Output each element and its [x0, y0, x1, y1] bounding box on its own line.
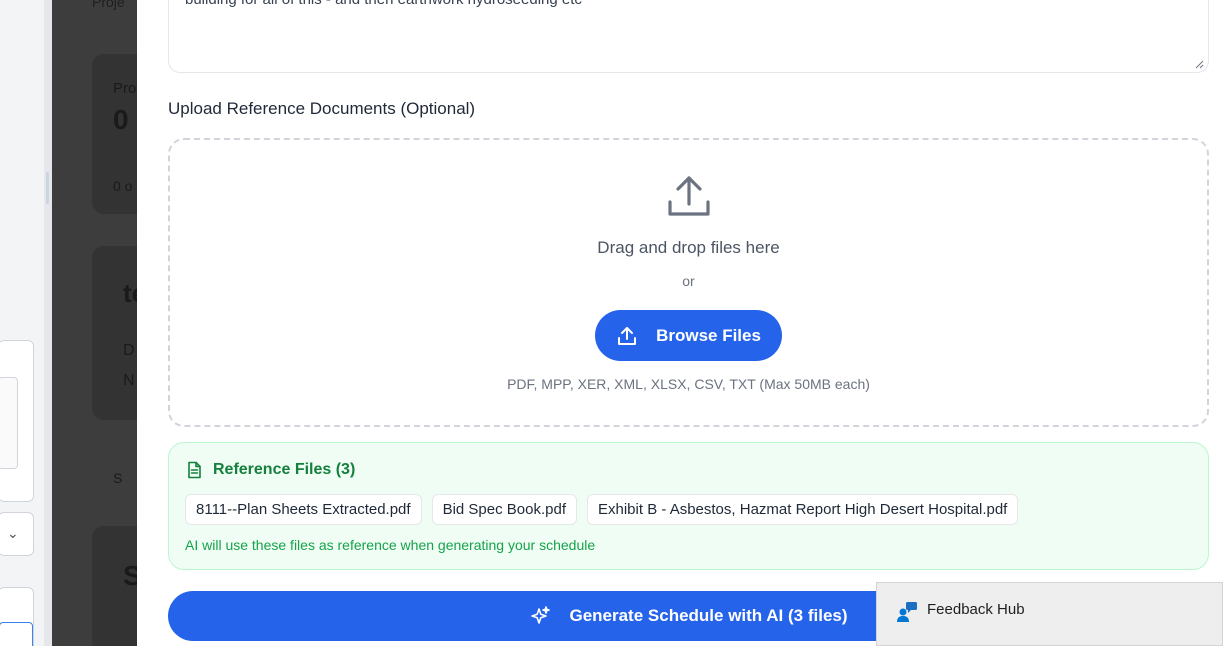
accepted-formats-text: PDF, MPP, XER, XML, XLSX, CSV, TXT (Max …: [507, 376, 870, 392]
drag-drop-text: Drag and drop files here: [597, 238, 780, 257]
resize-handle[interactable]: [46, 172, 49, 204]
feedback-hub-icon: [897, 602, 917, 622]
background-text: 0 o: [113, 178, 133, 194]
background-selected-item: [0, 622, 33, 646]
reference-files-panel: Reference Files (3) 8111--Plan Sheets Ex…: [168, 442, 1209, 570]
sparkles-icon: [531, 606, 551, 624]
generate-schedule-modal: building for all of this - and then eart…: [137, 0, 1223, 646]
upload-icon: [618, 326, 637, 345]
reference-file-list: 8111--Plan Sheets Extracted.pdf Bid Spec…: [185, 494, 1019, 525]
sidebar-divider: [44, 0, 52, 646]
browse-files-button[interactable]: Browse Files: [595, 310, 782, 361]
chevron-down-icon: ⌄: [7, 525, 19, 541]
background-text: D: [123, 342, 135, 359]
file-dropzone[interactable]: Drag and drop files here or Browse Files…: [168, 138, 1209, 427]
background-text: Proje: [92, 0, 125, 10]
or-text: or: [682, 273, 695, 289]
reference-files-header: Reference Files (3): [185, 461, 355, 479]
upload-section-label: Upload Reference Documents (Optional): [168, 99, 476, 118]
reference-files-note: AI will use these files as reference whe…: [185, 537, 596, 553]
reference-file-chip[interactable]: Exhibit B - Asbestos, Hazmat Report High…: [587, 494, 1019, 525]
background-dropdown[interactable]: ⌄: [0, 512, 34, 556]
project-description-text: building for all of this - and then eart…: [185, 0, 582, 8]
background-text: S: [113, 470, 123, 486]
reference-files-title: Reference Files (3): [213, 461, 356, 478]
file-text-icon: [188, 461, 201, 479]
background-thumbnail: [0, 377, 18, 469]
background-text: 0: [113, 104, 129, 135]
feedback-hub-window[interactable]: Feedback Hub: [876, 582, 1223, 646]
resize-grip-icon[interactable]: [1194, 59, 1204, 69]
modal-backdrop[interactable]: Proje Pro 0 0 o te D N S S: [52, 0, 152, 646]
feedback-hub-title: Feedback Hub: [927, 601, 1025, 618]
background-text: Pro: [113, 80, 137, 97]
background-card: [0, 340, 34, 502]
reference-file-chip[interactable]: Bid Spec Book.pdf: [431, 494, 577, 525]
background-text: N: [123, 372, 135, 389]
upload-icon: [668, 176, 710, 216]
generate-schedule-label: Generate Schedule with AI (3 files): [569, 606, 848, 625]
background-panel: [0, 587, 34, 646]
project-description-textarea[interactable]: building for all of this - and then eart…: [168, 0, 1209, 73]
browse-files-label: Browse Files: [656, 325, 761, 345]
reference-file-chip[interactable]: 8111--Plan Sheets Extracted.pdf: [185, 494, 422, 525]
